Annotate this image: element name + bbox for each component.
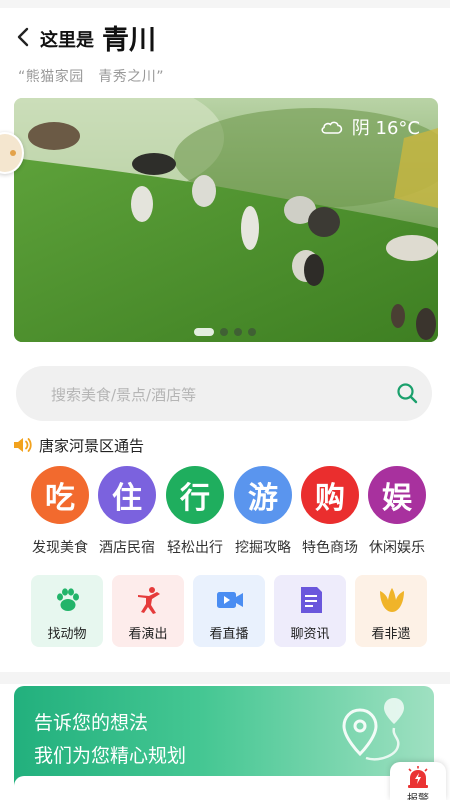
carousel-dot[interactable]	[220, 328, 228, 336]
alarm-label: 报警	[407, 792, 429, 800]
document-icon	[301, 587, 322, 613]
category-food[interactable]: 吃 发现美食	[25, 466, 95, 557]
alarm-button[interactable]: 报警	[390, 762, 446, 800]
weather-text: 阴 16°C	[351, 118, 420, 139]
tile-label: 看非遗	[371, 627, 411, 642]
plan-card[interactable]: 告诉您的想法 我们为您精心规划	[14, 686, 434, 800]
tile-label: 看直播	[209, 627, 249, 642]
tile-find-animals[interactable]: 找动物	[31, 575, 103, 647]
plan-title: 告诉您的想法	[34, 712, 149, 734]
search-icon[interactable]	[396, 382, 418, 404]
category-entertainment[interactable]: 娱 休闲娱乐	[362, 466, 432, 557]
tile-label: 聊资讯	[290, 627, 330, 642]
alarm-icon	[408, 766, 428, 788]
plan-card-footer	[14, 776, 434, 800]
speaker-icon	[14, 438, 32, 452]
notice-bar[interactable]: 唐家河景区通告	[12, 434, 144, 456]
category-label: 酒店民宿	[99, 540, 155, 556]
back-button[interactable]	[12, 22, 36, 52]
notice-text: 唐家河景区通告	[39, 436, 145, 455]
tile-label: 看演出	[128, 627, 168, 642]
section-divider	[0, 672, 450, 684]
chevron-left-icon	[17, 27, 29, 47]
category-label: 挖掘攻略	[235, 540, 291, 556]
category-icon: 娱	[368, 466, 426, 524]
status-bar	[0, 0, 450, 8]
category-label: 轻松出行	[167, 540, 223, 556]
slogan: “熊猫家园 青秀之川”	[18, 69, 165, 85]
cloud-icon	[321, 121, 342, 134]
title-prefix: 这里是	[40, 30, 94, 51]
carousel-dot[interactable]	[248, 328, 256, 336]
category-icon: 行	[166, 466, 224, 524]
tile-watch-live[interactable]: 看直播	[193, 575, 265, 647]
category-label: 特色商场	[302, 540, 358, 556]
category-icon: 购	[301, 466, 359, 524]
feature-tiles: 找动物 看演出 看直播 聊资讯 看非遗	[0, 575, 450, 647]
page-title: 青川	[102, 25, 156, 56]
plan-subtitle: 我们为您精心规划	[34, 745, 187, 767]
paw-icon	[57, 588, 79, 611]
tile-label: 找动物	[47, 627, 87, 642]
header: 这里是 青川	[0, 14, 450, 64]
carousel-dot[interactable]	[194, 328, 214, 336]
category-label: 休闲娱乐	[369, 540, 425, 556]
carousel-indicator	[194, 328, 262, 336]
category-guide[interactable]: 游 挖掘攻略	[228, 466, 298, 557]
category-hotel[interactable]: 住 酒店民宿	[92, 466, 162, 557]
tile-heritage[interactable]: 看非遗	[355, 575, 427, 647]
category-icon: 游	[234, 466, 292, 524]
dancer-icon	[138, 587, 160, 614]
category-icon: 吃	[31, 466, 89, 524]
tulip-icon	[380, 588, 404, 612]
search-input[interactable]: 搜索美食/景点/酒店等	[51, 384, 196, 405]
category-grid: 吃 发现美食 住 酒店民宿 行 轻松出行 游 挖掘攻略 购 特色商场 娱 休闲娱…	[0, 466, 450, 558]
tile-news[interactable]: 聊资讯	[274, 575, 346, 647]
category-icon: 住	[98, 466, 156, 524]
tile-watch-show[interactable]: 看演出	[112, 575, 184, 647]
banner-carousel[interactable]: 阴 16°C	[14, 98, 438, 342]
video-camera-icon	[217, 592, 243, 608]
carousel-dot[interactable]	[234, 328, 242, 336]
category-label: 发现美食	[32, 540, 88, 556]
dot-icon	[10, 150, 16, 156]
category-travel[interactable]: 行 轻松出行	[160, 466, 230, 557]
category-shopping[interactable]: 购 特色商场	[295, 466, 365, 557]
search-bar[interactable]: 搜索美食/景点/酒店等	[16, 366, 432, 421]
weather-widget: 阴 16°C	[320, 114, 420, 140]
